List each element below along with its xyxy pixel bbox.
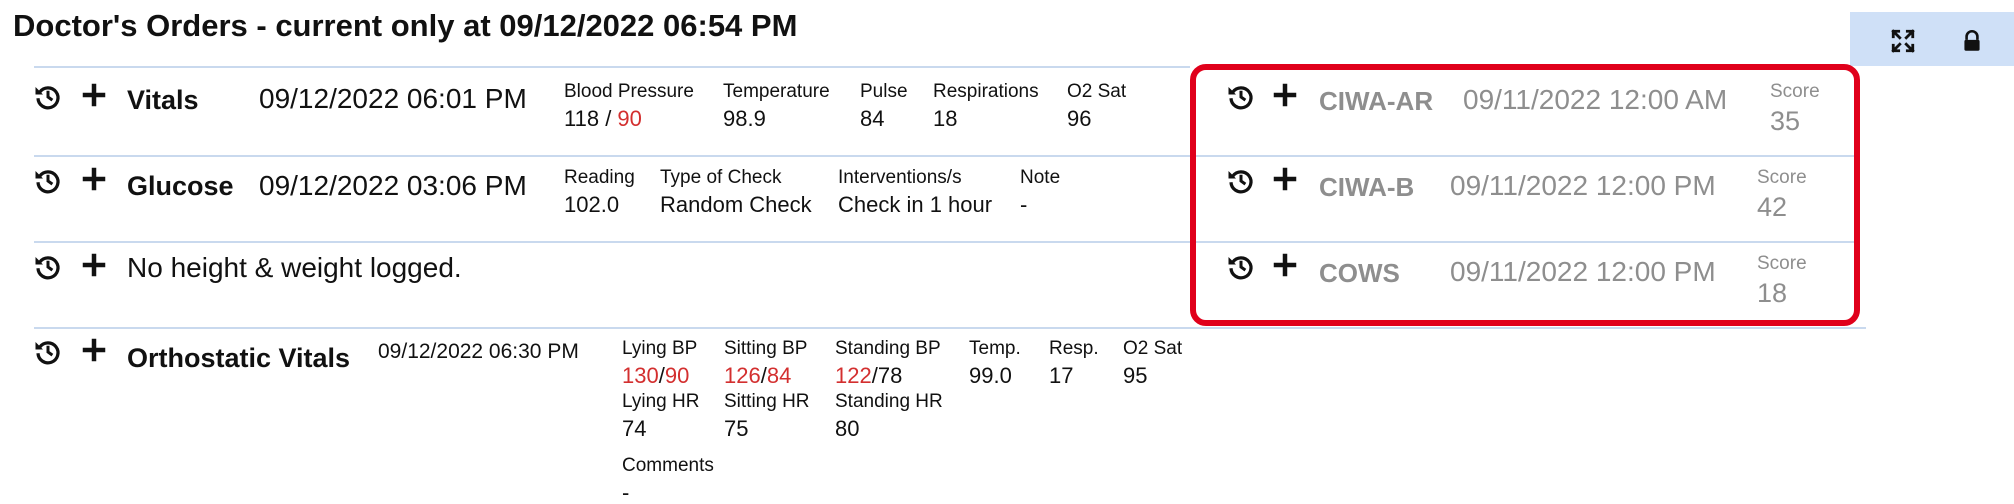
lying-hr-label: Lying HR bbox=[622, 391, 700, 412]
type-of-check-value: Random Check bbox=[660, 192, 812, 217]
bp-diastolic: 90 bbox=[617, 106, 642, 131]
bp-value: 118 / 90 bbox=[564, 104, 694, 134]
expand-icon[interactable] bbox=[1890, 28, 1916, 54]
standing-hr: Standing HR 80 bbox=[835, 390, 943, 444]
orthostatic-title: Orthostatic Vitals bbox=[127, 343, 351, 373]
respirations-value: 18 bbox=[933, 106, 958, 131]
sitting-hr-value: 75 bbox=[724, 416, 749, 441]
row-divider bbox=[34, 241, 1190, 243]
vitals-date: 09/12/2022 06:01 PM bbox=[259, 83, 527, 114]
sitting-hr-label: Sitting HR bbox=[724, 391, 810, 412]
resp-value: 17 bbox=[1049, 363, 1074, 388]
note-value: - bbox=[1020, 192, 1028, 217]
standing-bp-label: Standing BP bbox=[835, 338, 941, 359]
plus-icon[interactable] bbox=[79, 164, 109, 194]
type-of-check-label: Type of Check bbox=[660, 167, 782, 188]
row-divider bbox=[34, 66, 1190, 68]
sitting-bp-value: 126/84 bbox=[724, 361, 807, 391]
temp-label: Temp. bbox=[969, 338, 1021, 359]
lying-bp: Lying BP 130/90 bbox=[622, 337, 697, 391]
glucose-interventions: Interventions/s Check in 1 hour bbox=[838, 166, 992, 220]
standing-bp-systolic: 122 bbox=[835, 363, 872, 388]
interventions-value: Check in 1 hour bbox=[838, 192, 993, 217]
vitals-temperature: Temperature 98.9 bbox=[723, 80, 830, 134]
o2-sat-value: 95 bbox=[1123, 363, 1148, 388]
lying-bp-value: 130/90 bbox=[622, 361, 697, 391]
standing-bp-value: 122/78 bbox=[835, 361, 941, 391]
glucose-note: Note - bbox=[1020, 166, 1060, 220]
vitals-o2-sat: O2 Sat 96 bbox=[1067, 80, 1126, 134]
interventions-label: Interventions/s bbox=[838, 167, 962, 188]
pulse-value: 84 bbox=[860, 106, 885, 131]
top-controls bbox=[1850, 12, 2014, 66]
reading-label: Reading bbox=[564, 167, 635, 188]
temperature-value: 98.9 bbox=[723, 106, 766, 131]
lying-bp-diastolic: 90 bbox=[664, 363, 690, 388]
lying-hr: Lying HR 74 bbox=[622, 390, 699, 444]
standing-hr-label: Standing HR bbox=[835, 391, 943, 412]
vitals-pulse: Pulse 84 bbox=[860, 80, 908, 134]
sitting-bp-label: Sitting BP bbox=[724, 338, 808, 359]
orthostatic-o2-sat: O2 Sat 95 bbox=[1123, 337, 1182, 391]
note-label: Note bbox=[1020, 167, 1061, 188]
pulse-label: Pulse bbox=[860, 81, 908, 102]
glucose-date: 09/12/2022 03:06 PM bbox=[259, 170, 527, 201]
glucose-type-of-check: Type of Check Random Check bbox=[660, 166, 812, 220]
orthostatic-comments: Comments - bbox=[622, 454, 714, 504]
lying-bp-systolic: 130 bbox=[622, 363, 659, 388]
vitals-title: Vitals bbox=[127, 85, 199, 115]
score-highlight-frame bbox=[1190, 64, 1860, 326]
o2-sat-label: O2 Sat bbox=[1067, 81, 1127, 102]
bp-systolic: 118 bbox=[564, 106, 600, 131]
orthostatic-temp: Temp. 99.0 bbox=[969, 337, 1021, 391]
height-weight-text: No height & weight logged. bbox=[127, 252, 462, 283]
lock-icon[interactable] bbox=[1959, 28, 1985, 54]
standing-bp: Standing BP 122/78 bbox=[835, 337, 941, 391]
comments-value: - bbox=[622, 480, 630, 504]
plus-icon[interactable] bbox=[79, 335, 109, 365]
respirations-label: Respirations bbox=[933, 81, 1039, 102]
o2-sat-value: 96 bbox=[1067, 106, 1092, 131]
bp-separator: / bbox=[599, 106, 618, 131]
temp-value: 99.0 bbox=[969, 363, 1012, 388]
resp-label: Resp. bbox=[1049, 338, 1099, 359]
vitals-bp: Blood Pressure 118 / 90 bbox=[564, 80, 694, 134]
row-divider bbox=[34, 155, 1190, 157]
orthostatic-resp: Resp. 17 bbox=[1049, 337, 1099, 391]
row-divider bbox=[34, 327, 1866, 329]
history-icon[interactable] bbox=[33, 337, 63, 367]
standing-bp-diastolic: 78 bbox=[877, 363, 903, 388]
sitting-hr: Sitting HR 75 bbox=[724, 390, 810, 444]
reading-value: 102.0 bbox=[564, 192, 620, 217]
plus-icon[interactable] bbox=[79, 80, 109, 110]
history-icon[interactable] bbox=[33, 82, 63, 112]
history-icon[interactable] bbox=[33, 166, 63, 196]
comments-label: Comments bbox=[622, 455, 714, 476]
orthostatic-date: 09/12/2022 06:30 PM bbox=[378, 340, 579, 363]
standing-hr-value: 80 bbox=[835, 416, 860, 441]
plus-icon[interactable] bbox=[79, 250, 109, 280]
page-title: Doctor's Orders - current only at 09/12/… bbox=[13, 8, 798, 43]
history-icon[interactable] bbox=[33, 252, 63, 282]
lying-bp-label: Lying BP bbox=[622, 338, 698, 359]
o2-sat-label: O2 Sat bbox=[1123, 338, 1183, 359]
temperature-label: Temperature bbox=[723, 81, 830, 102]
lying-hr-value: 74 bbox=[622, 416, 647, 441]
bp-label: Blood Pressure bbox=[564, 81, 694, 102]
sitting-bp-systolic: 126 bbox=[724, 363, 761, 388]
vitals-respirations: Respirations 18 bbox=[933, 80, 1039, 134]
glucose-title: Glucose bbox=[127, 171, 234, 201]
sitting-bp: Sitting BP 126/84 bbox=[724, 337, 807, 391]
glucose-reading: Reading 102.0 bbox=[564, 166, 635, 220]
sitting-bp-diastolic: 84 bbox=[766, 363, 792, 388]
